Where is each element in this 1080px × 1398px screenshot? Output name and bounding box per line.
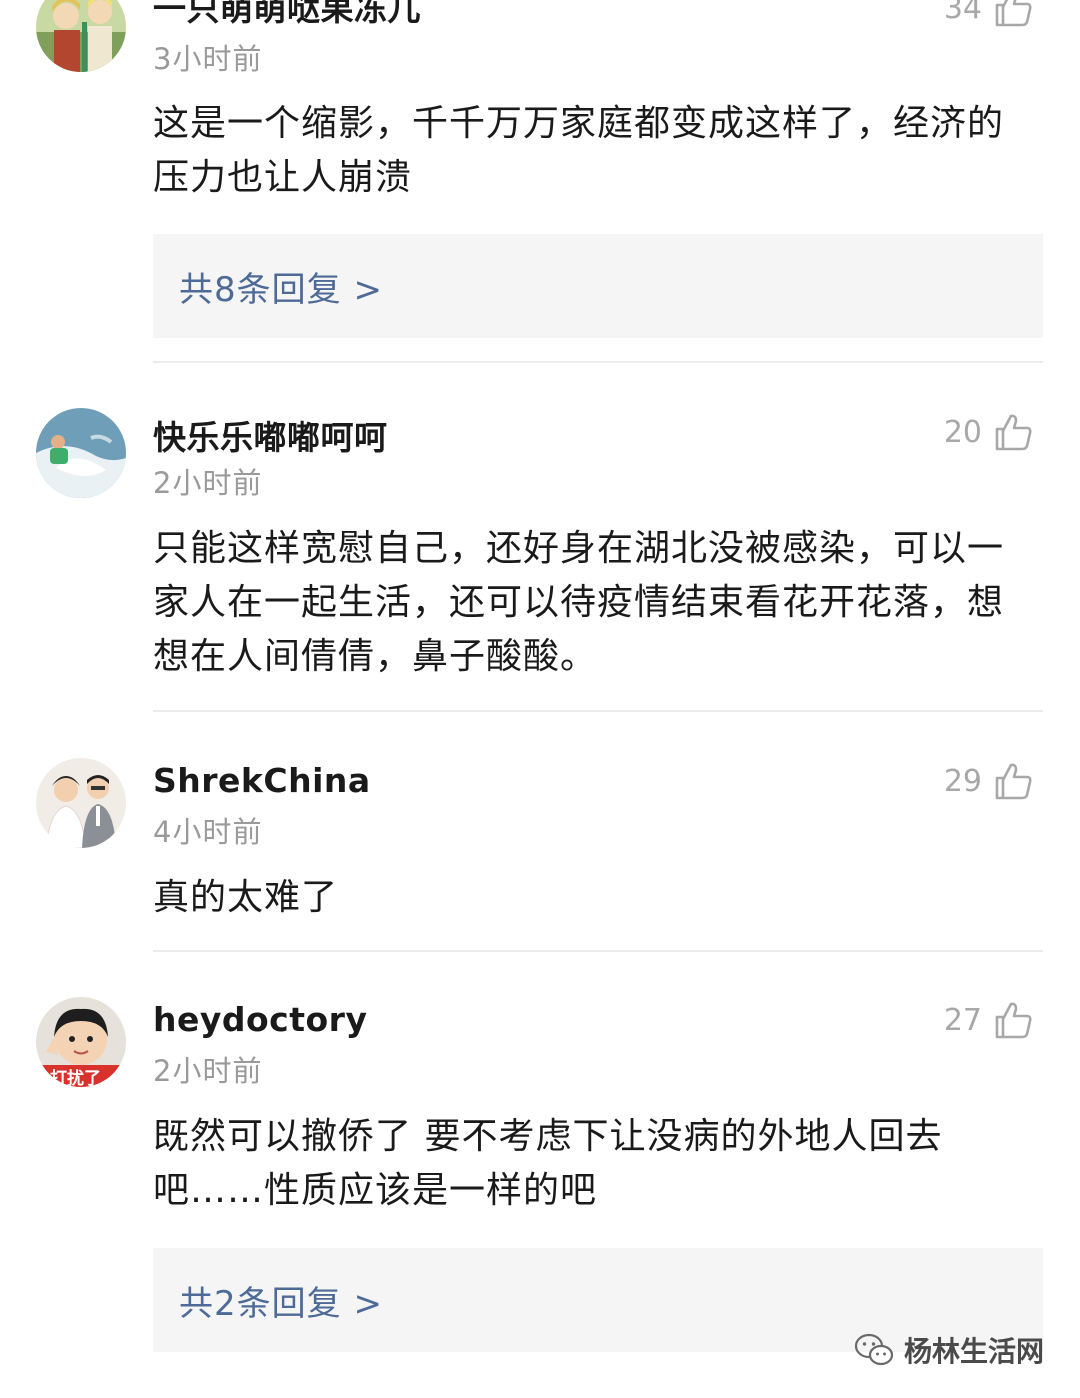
thumbs-up-icon [995, 763, 1032, 800]
username[interactable]: 快乐乐嘟嘟呵呵 [153, 411, 388, 459]
username[interactable]: heydoctory [153, 1000, 367, 1039]
divider [153, 710, 1043, 712]
timestamp: 2小时前 [153, 466, 263, 500]
like-button[interactable]: 20 [944, 412, 1032, 452]
view-replies-button[interactable]: 共8条回复 > [153, 234, 1043, 338]
thumbs-up-icon [995, 1002, 1032, 1039]
comment-text: 既然可以撤侨了 要不考虑下让没病的外地人回去吧……性质应该是一样的吧 [153, 1116, 943, 1211]
comment-text: 只能这样宽慰自己，还好身在湖北没被感染，可以一家人在一起生活，还可以待疫情结束看… [153, 528, 1005, 677]
timestamp: 3小时前 [153, 42, 263, 76]
like-count: 20 [943, 414, 982, 450]
comment-text: 真的太难了 [153, 877, 339, 918]
wechat-icon [854, 1333, 894, 1366]
username[interactable]: ShrekChina [153, 761, 371, 800]
avatar[interactable] [36, 0, 126, 72]
like-count: 27 [943, 1002, 982, 1038]
timestamp: 2小时前 [153, 1054, 263, 1088]
comment-feed: 一只萌萌哒果冻儿 34 3小时前 这是一个缩影，千千万万家庭都变成这样了，经济的… [0, 0, 1080, 1398]
like-count: 34 [943, 0, 982, 26]
divider [153, 361, 1043, 363]
divider [153, 950, 1043, 952]
avatar-caption: 打扰了 [50, 1069, 101, 1089]
like-button[interactable]: 27 [944, 1000, 1032, 1040]
comment-text: 这是一个缩影，千千万万家庭都变成这样了，经济的压力也让人崩溃 [153, 103, 1005, 198]
watermark: 杨林生活网 [854, 1330, 1044, 1370]
like-button[interactable]: 34 [944, 0, 1032, 28]
like-button[interactable]: 29 [944, 761, 1032, 801]
username[interactable]: 一只萌萌哒果冻儿 [153, 0, 421, 30]
timestamp: 4小时前 [153, 815, 263, 849]
watermark-text: 杨林生活网 [903, 1335, 1044, 1368]
thumbs-up-icon [995, 414, 1032, 451]
avatar[interactable] [36, 758, 126, 848]
thumbs-up-icon [995, 0, 1032, 27]
avatar[interactable] [36, 408, 126, 498]
like-count: 29 [943, 763, 982, 799]
